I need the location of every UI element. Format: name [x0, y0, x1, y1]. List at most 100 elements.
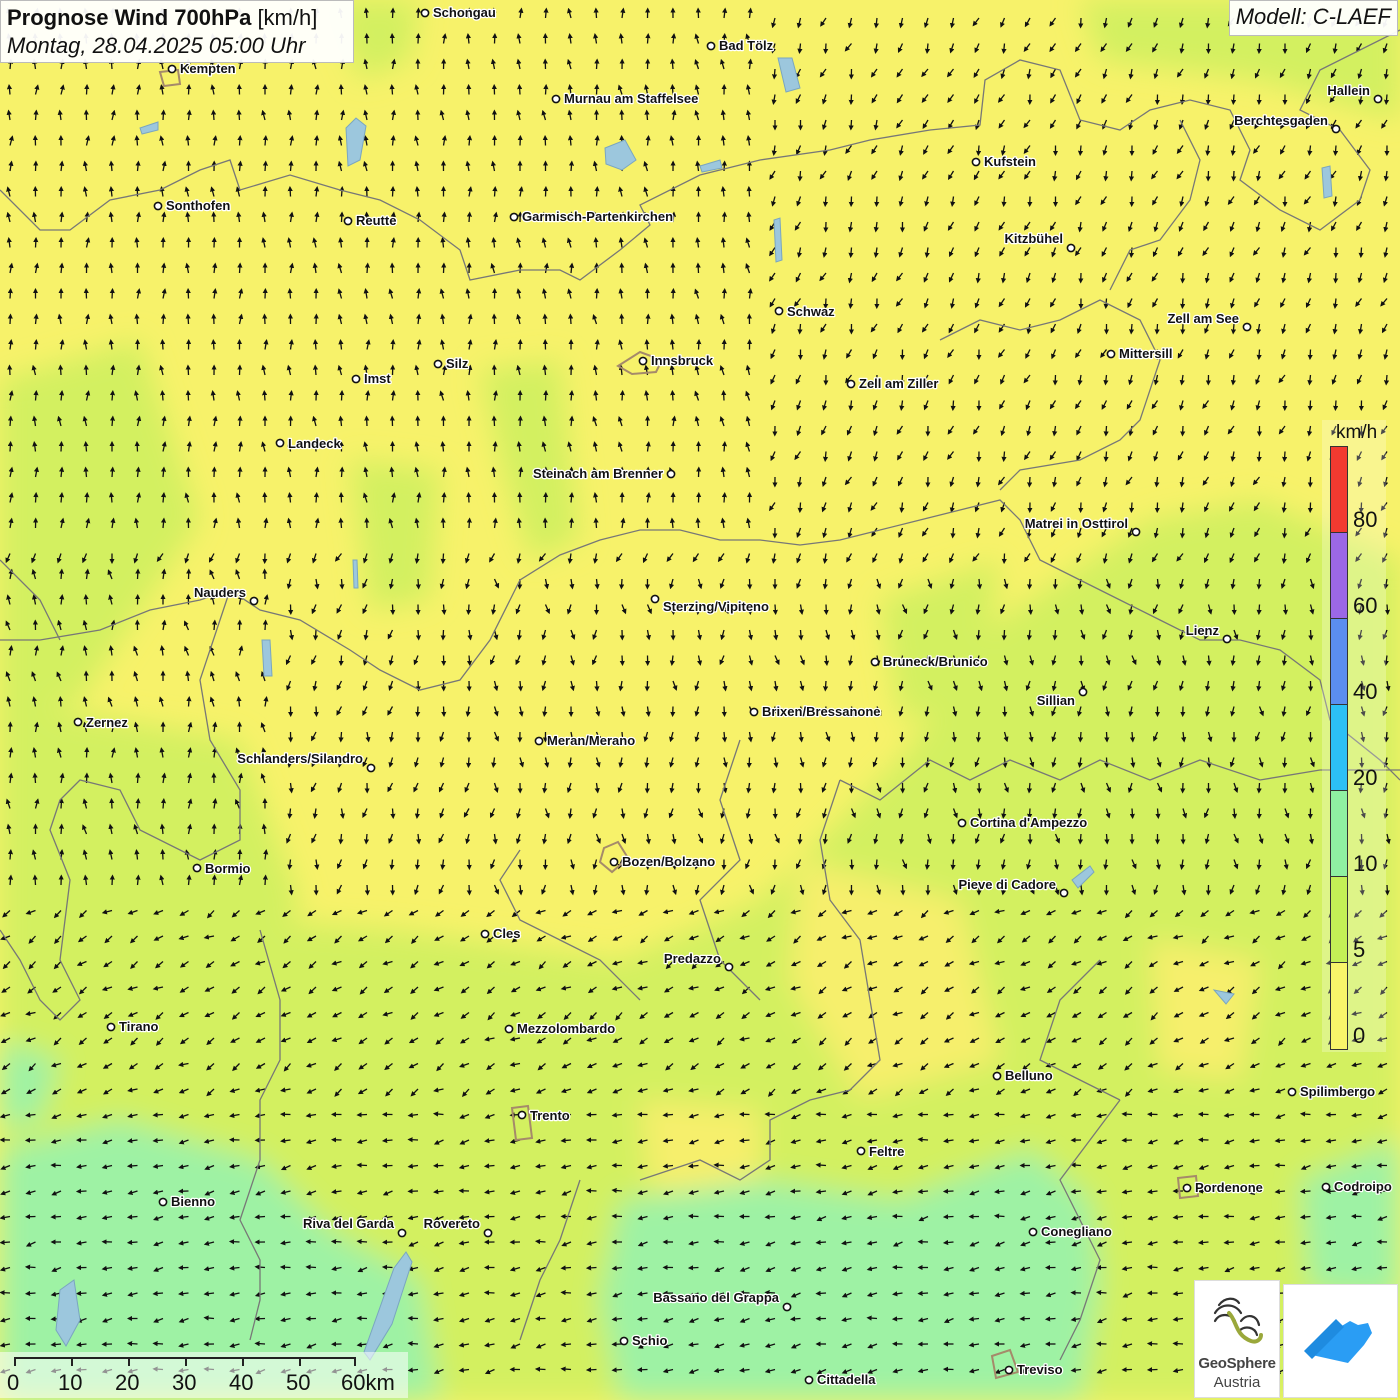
wind-arrow [1384, 884, 1390, 896]
wind-arrow [1001, 196, 1007, 208]
map-title: Prognose Wind 700hPa [km/h] [7, 4, 347, 32]
city-marker [706, 41, 716, 51]
legend-label-10: 10 [1353, 851, 1378, 876]
wind-arrow [1104, 731, 1110, 743]
wind-arrow [1044, 1239, 1056, 1246]
city-label: Schio [632, 1333, 667, 1348]
wind-arrow [1103, 425, 1109, 437]
wind-arrow [160, 313, 167, 325]
city-label: Spilimbergo [1300, 1084, 1375, 1099]
wind-arrow [1179, 527, 1186, 539]
wind-arrow [1383, 731, 1390, 743]
city: Schongau [420, 4, 497, 21]
wind-arrow [560, 1341, 572, 1348]
wind-arrow [1376, 1265, 1388, 1271]
wind-arrow [135, 568, 141, 580]
city-label: Reutte [356, 213, 396, 228]
wind-arrow [822, 680, 829, 692]
scale-label-30: 30 [172, 1370, 197, 1395]
wind-arrow [669, 58, 676, 70]
city-label: Riva del Garda [303, 1216, 395, 1231]
scale-label-10: 10 [58, 1370, 83, 1395]
wind-arrow [738, 1137, 750, 1144]
wind-arrow [211, 619, 218, 631]
city-label: Schongau [433, 5, 496, 20]
wind-arrow [262, 313, 268, 325]
wind-arrow [126, 1214, 138, 1220]
geosphere-logo[interactable]: GeoSphere Austria [1194, 1280, 1280, 1398]
wind-arrow [848, 94, 854, 106]
wind-arrow [389, 83, 395, 95]
weather-app-logo[interactable] [1283, 1284, 1398, 1398]
wind-arrow [1299, 1111, 1311, 1117]
city-marker [1059, 888, 1069, 898]
wind-arrow [84, 746, 90, 758]
city: Sterzing/Vipiteno [650, 594, 770, 615]
wind-arrow [1121, 1111, 1133, 1117]
wind-arrow [1256, 43, 1262, 55]
wind-arrow [611, 1213, 623, 1219]
wind-arrow [440, 629, 446, 641]
wind-arrow [696, 338, 702, 350]
wind-arrow [160, 491, 167, 503]
city-marker [749, 707, 759, 717]
city-label: Kufstein [984, 154, 1036, 169]
wind-arrow [338, 833, 344, 845]
wind-arrow [237, 262, 243, 274]
wind-arrow [83, 364, 89, 376]
wind-arrow [560, 1265, 572, 1271]
wind-arrow [152, 1341, 164, 1347]
city-label: Silz [446, 356, 469, 371]
wind-arrow [567, 134, 574, 146]
wind-arrow [414, 859, 421, 871]
wind-arrow [415, 706, 421, 718]
wind-arrow [942, 1112, 954, 1118]
lake [773, 217, 783, 263]
wind-arrow [185, 313, 191, 325]
wind-arrow [58, 364, 64, 376]
wind-arrow [390, 7, 396, 19]
wind-arrow [160, 797, 167, 809]
wind-arrow [6, 83, 13, 95]
wind-arrow [975, 145, 982, 157]
wind-arrow [1333, 272, 1339, 284]
wind-arrow [619, 578, 625, 590]
wind-arrow [721, 731, 728, 743]
city-label: Mezzolombardo [517, 1021, 615, 1036]
wind-arrow [1223, 1239, 1235, 1246]
city-marker [483, 1228, 493, 1238]
wind-arrow [134, 313, 140, 325]
wind-arrow [75, 1290, 87, 1296]
city-label: Cittadella [817, 1372, 876, 1387]
wind-arrow [313, 491, 320, 503]
city-label: Bruneck/Brunico [883, 654, 988, 669]
wind-arrow [594, 58, 600, 70]
city-marker [158, 1197, 168, 1207]
wind-arrow [1299, 1188, 1311, 1194]
wind-arrow [1256, 349, 1262, 361]
city-marker [433, 359, 443, 369]
wind-arrow [594, 680, 600, 692]
legend-colorbar [1330, 446, 1348, 1050]
wind-arrow [1095, 1289, 1107, 1296]
wind-arrow [1197, 1239, 1209, 1246]
wind-arrow [645, 313, 651, 325]
wind-arrow [58, 491, 65, 503]
wind-arrow [152, 1137, 164, 1144]
city-label: Zell am See [1167, 311, 1239, 326]
wind-arrow [1070, 1188, 1082, 1195]
city-label: Brixen/Bressanone [762, 704, 881, 719]
city-marker [517, 1110, 527, 1120]
wind-arrow [1146, 1264, 1158, 1270]
wind-arrow [126, 1341, 138, 1347]
city-marker [480, 929, 490, 939]
wind-arrow [109, 466, 116, 478]
city-label: Murnau am Staffelsee [564, 91, 698, 106]
wind-arrow [287, 185, 293, 197]
wind-arrow [415, 629, 422, 641]
wind-arrow [339, 211, 345, 223]
wind-arrow [432, 1111, 444, 1117]
wind-arrow [721, 491, 728, 503]
wind-arrow [917, 1136, 929, 1143]
wind-arrow [764, 1214, 776, 1220]
